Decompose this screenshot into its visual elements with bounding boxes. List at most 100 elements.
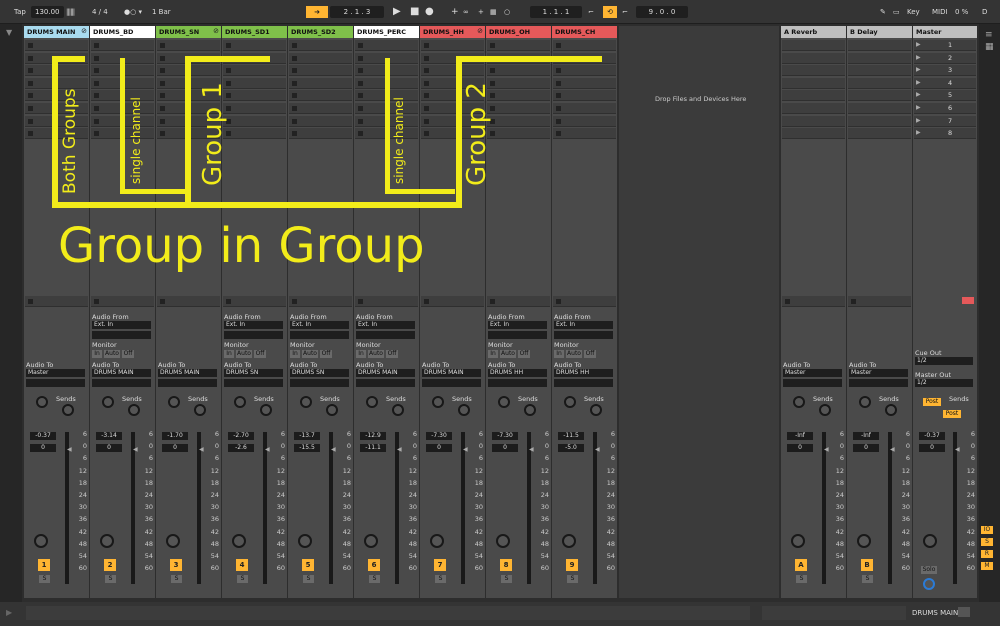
solo-button[interactable]: S <box>171 575 182 583</box>
monitor-in-button[interactable]: In <box>356 350 366 358</box>
clip-stop-icon[interactable] <box>292 68 297 74</box>
monitor-auto-button[interactable]: Auto <box>500 350 516 358</box>
stop-clip-slot[interactable] <box>223 296 286 307</box>
audio-to-channel-select[interactable] <box>92 379 151 387</box>
clip-stop-icon[interactable] <box>358 118 363 124</box>
loop-icon[interactable]: ⟲ <box>603 6 617 18</box>
returns-toggle-icon[interactable]: R <box>981 550 993 558</box>
send-a-knob[interactable] <box>498 396 510 408</box>
clip-stop-icon[interactable] <box>358 93 363 99</box>
clip-slot[interactable] <box>782 128 845 140</box>
audio-to-select[interactable]: DRUMS SN <box>224 369 283 377</box>
return-header[interactable]: B Delay <box>847 26 912 38</box>
punch-in-icon[interactable]: ⌐ <box>588 6 594 18</box>
volume-fader-handle[interactable]: ◀ <box>890 446 895 453</box>
audio-to-select[interactable]: Master <box>26 369 85 377</box>
monitor-in-button[interactable]: In <box>488 350 498 358</box>
clip-stop-icon[interactable] <box>424 118 429 124</box>
scene-slot[interactable]: ▶ 3 <box>914 65 976 77</box>
clip-stop-icon[interactable] <box>160 93 165 99</box>
monitor-off-button[interactable]: Off <box>386 350 398 358</box>
volume-field[interactable]: -13.7 <box>294 432 320 440</box>
clip-stop-icon[interactable] <box>292 131 297 137</box>
scene-slot[interactable]: ▶ 5 <box>914 90 976 102</box>
audio-from-select[interactable]: Ext. In <box>92 321 151 329</box>
track-view-icon[interactable] <box>958 607 970 617</box>
clip-slot[interactable] <box>91 40 154 51</box>
clip-slot[interactable] <box>223 40 286 51</box>
stop-clip-slot[interactable] <box>25 296 88 307</box>
send-a-knob[interactable] <box>102 396 114 408</box>
pan-field[interactable]: 0 <box>426 444 452 452</box>
clip-slot[interactable] <box>223 103 286 114</box>
post-button[interactable]: Post <box>943 410 961 418</box>
clip-stop-icon[interactable] <box>94 43 99 48</box>
metronome-interval[interactable]: 1 Bar <box>152 6 171 18</box>
clip-slot[interactable] <box>487 40 550 51</box>
clip-slot[interactable] <box>848 90 911 102</box>
mixer-toggle-icon[interactable]: M <box>981 562 993 570</box>
track-header[interactable]: DRUMS_CH <box>552 26 617 38</box>
sends-toggle-icon[interactable]: S <box>981 538 993 546</box>
clip-slot[interactable] <box>289 103 352 114</box>
clip-slot[interactable] <box>223 115 286 127</box>
pan-field[interactable]: 0 <box>492 444 518 452</box>
clip-slot[interactable] <box>782 90 845 102</box>
session-view-icon[interactable]: ▦ <box>985 42 994 52</box>
arrangement-view-icon[interactable]: ≡ <box>985 30 993 40</box>
clip-stop-icon[interactable] <box>851 299 856 304</box>
clip-slot[interactable] <box>223 65 286 77</box>
solo-button[interactable]: S <box>303 575 314 583</box>
volume-field[interactable]: -7.30 <box>426 432 452 440</box>
clip-stop-icon[interactable] <box>424 299 429 304</box>
send-a-knob[interactable] <box>432 396 444 408</box>
solo-button[interactable]: S <box>369 575 380 583</box>
send-b-knob[interactable] <box>524 404 536 416</box>
pan-field[interactable]: 0 <box>30 444 56 452</box>
solo-button[interactable]: S <box>237 575 248 583</box>
clip-slot[interactable] <box>421 65 484 77</box>
audio-from-select[interactable]: Ext. In <box>290 321 349 329</box>
cue-volume-knob[interactable] <box>923 578 935 590</box>
stop-icon[interactable]: ■ <box>410 6 419 18</box>
pan-field[interactable]: -11.1 <box>360 444 386 452</box>
scene-launch-icon[interactable]: ▶ <box>916 104 921 111</box>
pan-field[interactable]: -5.0 <box>558 444 584 452</box>
scene-launch-icon[interactable]: ▶ <box>916 54 921 61</box>
clip-stop-icon[interactable] <box>28 118 33 124</box>
send-a-knob[interactable] <box>859 396 871 408</box>
clip-slot[interactable] <box>421 40 484 51</box>
volume-field[interactable]: -0.37 <box>919 432 945 440</box>
audio-to-channel-select[interactable] <box>290 379 349 387</box>
send-a-knob[interactable] <box>168 396 180 408</box>
clip-stop-icon[interactable] <box>424 131 429 137</box>
clip-slot[interactable] <box>782 65 845 77</box>
audio-to-channel-select[interactable] <box>554 379 613 387</box>
clip-stop-icon[interactable] <box>556 131 561 137</box>
loop-start-field[interactable]: 1 . 1 . 1 <box>530 6 582 18</box>
clip-stop-icon[interactable] <box>785 299 790 304</box>
scene-slot[interactable]: ▶ 4 <box>914 77 976 89</box>
clip-stop-icon[interactable] <box>226 68 231 74</box>
clip-stop-icon[interactable] <box>292 118 297 124</box>
stop-clip-slot[interactable] <box>421 296 484 307</box>
session-record-icon[interactable]: ○ <box>504 6 510 18</box>
clip-slot[interactable] <box>848 103 911 114</box>
clip-slot[interactable] <box>553 65 616 77</box>
send-b-knob[interactable] <box>62 404 74 416</box>
clip-stop-icon[interactable] <box>28 299 33 304</box>
send-b-knob[interactable] <box>590 404 602 416</box>
monitor-off-button[interactable]: Off <box>254 350 266 358</box>
send-a-knob[interactable] <box>36 396 48 408</box>
audio-to-select[interactable]: DRUMS HH <box>554 369 613 377</box>
pan-knob[interactable] <box>857 534 871 548</box>
clip-slot[interactable] <box>223 77 286 89</box>
stop-clip-slot[interactable] <box>553 296 616 307</box>
volume-field[interactable]: -Inf <box>787 432 813 440</box>
clip-stop-icon[interactable] <box>226 299 231 304</box>
clip-slot[interactable] <box>553 115 616 127</box>
clip-stop-icon[interactable] <box>424 43 429 48</box>
track-header[interactable]: DRUMS MAIN <box>24 26 89 38</box>
solo-button[interactable]: S <box>435 575 446 583</box>
clip-slot[interactable] <box>487 77 550 89</box>
